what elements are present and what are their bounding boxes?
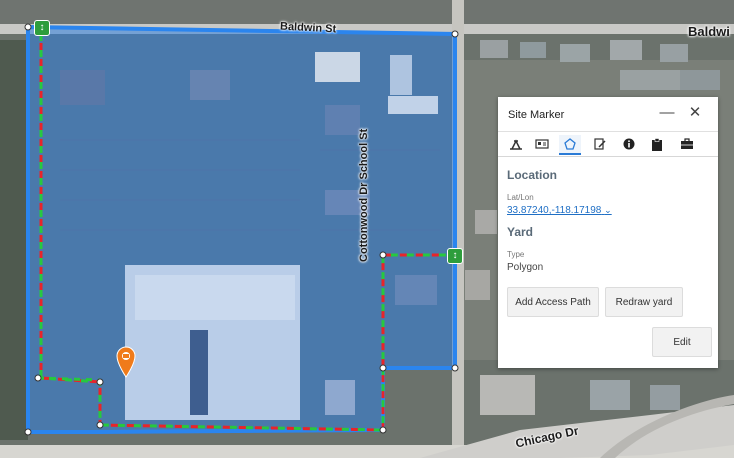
panel-header: Site Marker — ✕ — [498, 97, 718, 132]
close-button[interactable]: ✕ — [686, 104, 704, 122]
tool-briefcase-icon[interactable] — [676, 135, 698, 153]
type-value: Polygon — [507, 262, 544, 273]
minimize-button[interactable]: — — [658, 104, 676, 122]
latlon-label: Lat/Lon — [507, 193, 534, 202]
tool-polygon-icon[interactable] — [559, 135, 581, 155]
redraw-yard-button[interactable]: Redraw yard — [605, 287, 683, 317]
building — [315, 52, 360, 82]
tool-card-icon[interactable] — [531, 135, 553, 153]
tool-info-icon[interactable] — [618, 135, 640, 153]
edit-button[interactable]: Edit — [652, 327, 712, 357]
resize-vertical-icon[interactable]: ↕ — [447, 248, 463, 264]
tool-site-icon[interactable] — [505, 135, 527, 153]
latlon-link[interactable]: 33.87240,-118.17198 ⌄ — [507, 205, 612, 216]
type-label: Type — [507, 250, 525, 259]
tool-edit-note-icon[interactable] — [589, 135, 611, 153]
location-heading: Location — [507, 168, 557, 182]
latlon-value: 33.87240,-118.17198 — [507, 205, 602, 216]
panel-toolbar — [498, 132, 718, 157]
resize-vertical-icon[interactable]: ↕ — [34, 20, 50, 36]
chevron-down-icon: ⌄ — [604, 205, 612, 215]
street-label-cottonwood: Cottonwood Dr School St — [358, 128, 370, 262]
yard-heading: Yard — [507, 225, 534, 239]
site-marker-panel[interactable]: Site Marker — ✕ Location Lat/Lon 33.8724… — [498, 97, 718, 368]
street-label-baldwin-east: Baldwi — [688, 24, 730, 39]
add-access-path-button[interactable]: Add Access Path — [507, 287, 599, 317]
panel-title: Site Marker — [508, 109, 565, 121]
tool-clipboard-icon[interactable] — [646, 135, 668, 153]
